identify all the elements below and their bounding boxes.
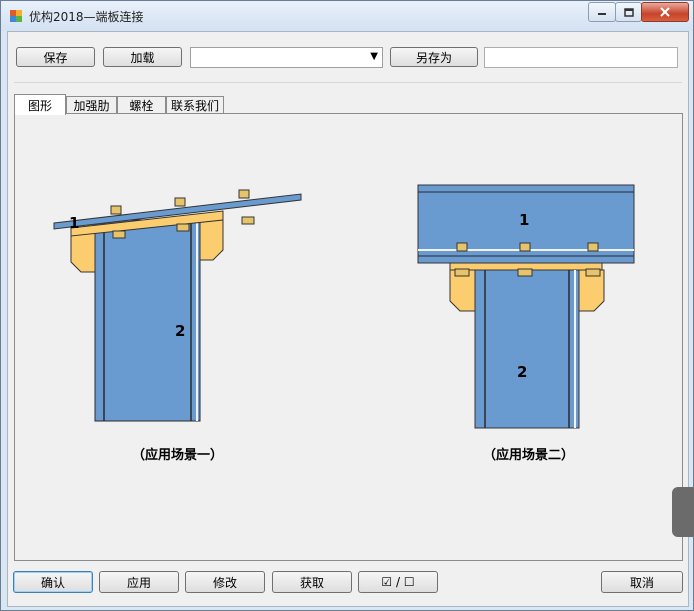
save-as-name-input[interactable] xyxy=(484,47,678,68)
title-bar[interactable]: 优构2018—端板连接 xyxy=(1,1,693,31)
scene1-caption: （应用场景一） xyxy=(132,448,224,463)
scene2-caption: （应用场景二） xyxy=(483,448,575,463)
save-button[interactable]: 保存 xyxy=(16,47,95,67)
app-icon xyxy=(10,10,22,22)
save-as-button[interactable]: 另存为 xyxy=(390,47,478,67)
apply-button[interactable]: 应用 xyxy=(99,571,179,593)
scene1-diagram: 1 2 xyxy=(53,189,302,422)
load-button[interactable]: 加载 xyxy=(103,47,182,67)
side-handle[interactable] xyxy=(672,487,694,537)
scene1-column-label: 2 xyxy=(175,322,185,340)
maximize-button[interactable] xyxy=(615,2,642,22)
tab-contact[interactable]: 联系我们 xyxy=(166,96,224,114)
scene2-diagram: 1 2 xyxy=(417,184,635,429)
toolbar-divider xyxy=(14,82,682,83)
maximize-icon xyxy=(623,7,634,17)
window-title: 优构2018—端板连接 xyxy=(29,10,144,24)
scene2-column-label: 2 xyxy=(517,363,527,381)
tab-stiffener[interactable]: 加强肋 xyxy=(66,96,117,114)
toggle-check-button[interactable]: ☑ / ☐ xyxy=(358,571,438,593)
config-combo[interactable]: ▼ xyxy=(190,47,383,68)
minimize-button[interactable] xyxy=(588,2,616,22)
close-icon xyxy=(660,7,670,17)
scene2-beam-label: 1 xyxy=(519,211,529,229)
confirm-button[interactable]: 确认 xyxy=(13,571,93,593)
client-area: 保存 加载 ▼ 另存为 图形 加强肋 螺栓 联系我们 1 2 （应用场景一） 1… xyxy=(7,31,689,607)
tab-graphics[interactable]: 图形 xyxy=(14,94,66,115)
tab-panel-graphics: 1 2 （应用场景一） 1 2 （应用场景二） xyxy=(14,113,683,561)
app-window: 优构2018—端板连接 保存 加载 ▼ 另存为 图形 加强肋 螺栓 联系我们 1… xyxy=(0,0,694,611)
scene2-column xyxy=(474,269,580,429)
scene1-beam-label: 1 xyxy=(69,214,79,232)
scene1-column xyxy=(94,219,201,422)
close-button[interactable] xyxy=(641,2,689,22)
minimize-icon xyxy=(598,13,606,15)
chevron-down-icon[interactable]: ▼ xyxy=(370,51,378,62)
tab-bolts[interactable]: 螺栓 xyxy=(117,96,166,114)
cancel-button[interactable]: 取消 xyxy=(601,571,683,593)
modify-button[interactable]: 修改 xyxy=(185,571,265,593)
fetch-button[interactable]: 获取 xyxy=(272,571,352,593)
